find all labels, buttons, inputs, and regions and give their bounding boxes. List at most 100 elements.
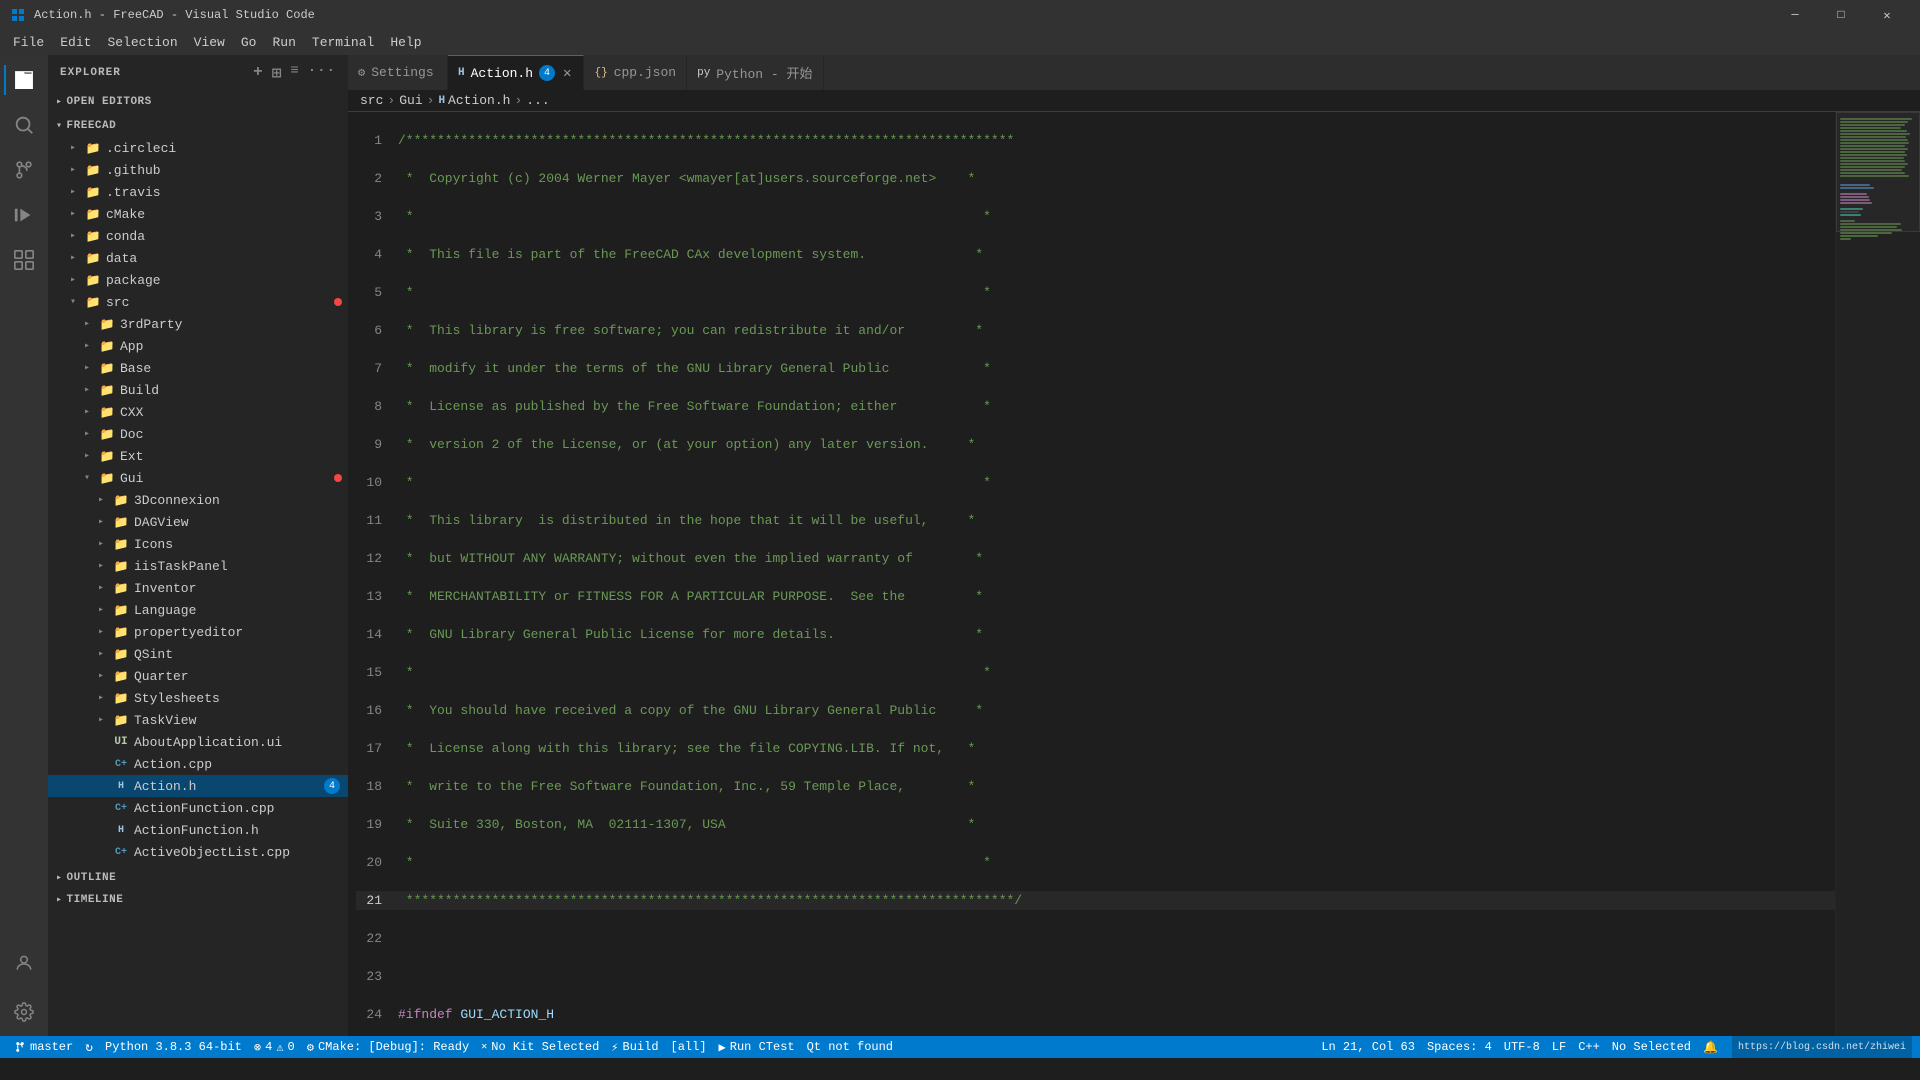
tree-item-3dconnexion[interactable]: ▸ 📁 3Dconnexion: [48, 489, 348, 511]
tree-item-base[interactable]: ▸ 📁 Base: [48, 357, 348, 379]
settings-activity-icon[interactable]: [4, 992, 44, 1032]
tree-item-dagview[interactable]: ▸ 📁 DAGView: [48, 511, 348, 533]
open-editors-section[interactable]: ▸ OPEN EDITORS: [48, 91, 348, 113]
tree-item-travis[interactable]: ▸ 📁 .travis: [48, 181, 348, 203]
tree-item-quarter[interactable]: ▸ 📁 Quarter: [48, 665, 348, 687]
language-mode-status[interactable]: C++: [1572, 1036, 1606, 1058]
line-ending-status[interactable]: LF: [1546, 1036, 1572, 1058]
breadcrumb-action-h[interactable]: Action.h: [448, 93, 510, 108]
action-cpp-icon: C+: [112, 756, 130, 772]
tree-item-github[interactable]: ▸ 📁 .github: [48, 159, 348, 181]
git-branch-status[interactable]: master: [8, 1036, 79, 1058]
tree-item-gui[interactable]: ▾ 📁 Gui: [48, 467, 348, 489]
accounts-activity-icon[interactable]: [4, 943, 44, 983]
all-label: [all]: [671, 1040, 707, 1054]
tree-item-src[interactable]: ▾ 📁 src: [48, 291, 348, 313]
tree-item-icons[interactable]: ▸ 📁 Icons: [48, 533, 348, 555]
tree-item-cmake[interactable]: ▸ 📁 cMake: [48, 203, 348, 225]
no-selected-label: No Selected: [1612, 1040, 1691, 1054]
close-button[interactable]: ✕: [1864, 0, 1910, 30]
action-h-tab-icon: H: [458, 67, 465, 79]
tree-item-actionfunction-h[interactable]: ▸ H ActionFunction.h: [48, 819, 348, 841]
menu-selection[interactable]: Selection: [99, 33, 185, 52]
menu-edit[interactable]: Edit: [52, 33, 99, 52]
python-version-status[interactable]: Python 3.8.3 64-bit: [99, 1036, 248, 1058]
tab-settings[interactable]: ⚙ Settings: [348, 55, 448, 90]
tab-python[interactable]: py Python - 开始: [687, 55, 823, 90]
tree-item-action-cpp[interactable]: ▸ C+ Action.cpp: [48, 753, 348, 775]
freecad-section[interactable]: ▾ FREECAD: [48, 115, 348, 137]
run-ctest-status[interactable]: ▶ Run CTest: [713, 1036, 801, 1058]
tree-item-build[interactable]: ▸ 📁 Build: [48, 379, 348, 401]
3rdparty-folder-icon: 📁: [98, 316, 116, 332]
no-selected-status[interactable]: No Selected: [1606, 1036, 1697, 1058]
tree-item-inventor[interactable]: ▸ 📁 Inventor: [48, 577, 348, 599]
menu-view[interactable]: View: [186, 33, 233, 52]
sidebar-header: EXPLORER + ⊞ ≡ ···: [48, 55, 348, 91]
menu-run[interactable]: Run: [264, 33, 303, 52]
tree-item-ext[interactable]: ▸ 📁 Ext: [48, 445, 348, 467]
extensions-activity-icon[interactable]: [4, 240, 44, 280]
sync-status[interactable]: ↻: [79, 1036, 99, 1058]
watermark-area: https://blog.csdn.net/zhiwei: [1732, 1036, 1912, 1058]
build-status[interactable]: ⚡ Build: [605, 1036, 664, 1058]
more-actions-icon[interactable]: ···: [308, 63, 336, 83]
spaces-status[interactable]: Spaces: 4: [1421, 1036, 1498, 1058]
explorer-activity-icon[interactable]: [4, 60, 44, 100]
tree-item-data[interactable]: ▸ 📁 data: [48, 247, 348, 269]
breadcrumb-ellipsis[interactable]: ...: [526, 93, 549, 108]
menu-help[interactable]: Help: [382, 33, 429, 52]
code-content[interactable]: 1/**************************************…: [348, 112, 1835, 1036]
action-h-tab-close[interactable]: ✕: [561, 63, 573, 84]
tree-item-propertyeditor[interactable]: ▸ 📁 propertyeditor: [48, 621, 348, 643]
tree-item-conda[interactable]: ▸ 📁 conda: [48, 225, 348, 247]
ext-folder-icon: 📁: [98, 448, 116, 464]
all-status[interactable]: [all]: [665, 1036, 713, 1058]
table-row: 6 * This library is free software; you c…: [356, 321, 1835, 340]
cmake-status[interactable]: ⚙ CMake: [Debug]: Ready: [301, 1036, 475, 1058]
tab-action-h[interactable]: H Action.h 4 ✕: [448, 55, 584, 90]
tree-item-doc[interactable]: ▸ 📁 Doc: [48, 423, 348, 445]
tree-item-actionfunction-cpp[interactable]: ▸ C+ ActionFunction.cpp: [48, 797, 348, 819]
tree-item-language[interactable]: ▸ 📁 Language: [48, 599, 348, 621]
tree-item-package[interactable]: ▸ 📁 package: [48, 269, 348, 291]
cursor-position-status[interactable]: Ln 21, Col 63: [1315, 1036, 1421, 1058]
minimize-button[interactable]: ─: [1772, 0, 1818, 30]
tree-item-activeobjectlist-cpp[interactable]: ▸ C+ ActiveObjectList.cpp: [48, 841, 348, 863]
settings-tab-icon: ⚙: [358, 65, 365, 80]
tree-item-3rdparty[interactable]: ▸ 📁 3rdParty: [48, 313, 348, 335]
outline-section[interactable]: ▸ OUTLINE: [48, 867, 348, 889]
tab-cpp-json[interactable]: {} cpp.json: [584, 55, 687, 90]
new-folder-icon[interactable]: ⊞: [272, 63, 283, 83]
collapse-all-icon[interactable]: ≡: [290, 63, 299, 83]
tree-item-circleci[interactable]: ▸ 📁 .circleci: [48, 137, 348, 159]
tree-item-qsint[interactable]: ▸ 📁 QSint: [48, 643, 348, 665]
maximize-button[interactable]: □: [1818, 0, 1864, 30]
menu-file[interactable]: File: [5, 33, 52, 52]
menu-go[interactable]: Go: [233, 33, 265, 52]
encoding-status[interactable]: UTF-8: [1498, 1036, 1546, 1058]
no-kit-status[interactable]: ✕ No Kit Selected: [475, 1036, 605, 1058]
errors-status[interactable]: ⊗ 4 ⚠ 0: [248, 1036, 301, 1058]
new-file-icon[interactable]: +: [253, 63, 264, 83]
timeline-section[interactable]: ▸ TIMELINE: [48, 889, 348, 911]
tree-item-cxx[interactable]: ▸ 📁 CXX: [48, 401, 348, 423]
tree-item-app[interactable]: ▸ 📁 App: [48, 335, 348, 357]
source-control-activity-icon[interactable]: [4, 150, 44, 190]
no-kit-icon: ✕: [481, 1041, 487, 1053]
tree-item-aboutapplication-ui[interactable]: ▸ UI AboutApplication.ui: [48, 731, 348, 753]
tree-item-iistaskpanel[interactable]: ▸ 📁 iisTaskPanel: [48, 555, 348, 577]
run-debug-activity-icon[interactable]: [4, 195, 44, 235]
error-count: 4: [265, 1040, 272, 1054]
tree-item-stylesheets[interactable]: ▸ 📁 Stylesheets: [48, 687, 348, 709]
table-row: 20 * *: [356, 853, 1835, 872]
menu-terminal[interactable]: Terminal: [304, 33, 382, 52]
qt-not-found-status[interactable]: Qt not found: [801, 1036, 899, 1058]
tree-item-action-h[interactable]: ▸ H Action.h 4: [48, 775, 348, 797]
breadcrumb-src[interactable]: src: [360, 93, 383, 108]
search-activity-icon[interactable]: [4, 105, 44, 145]
notifications-status[interactable]: 🔔: [1697, 1036, 1724, 1058]
tree-item-taskview[interactable]: ▸ 📁 TaskView: [48, 709, 348, 731]
breadcrumb-gui[interactable]: Gui: [399, 93, 422, 108]
timeline-arrow: ▸: [56, 894, 63, 906]
